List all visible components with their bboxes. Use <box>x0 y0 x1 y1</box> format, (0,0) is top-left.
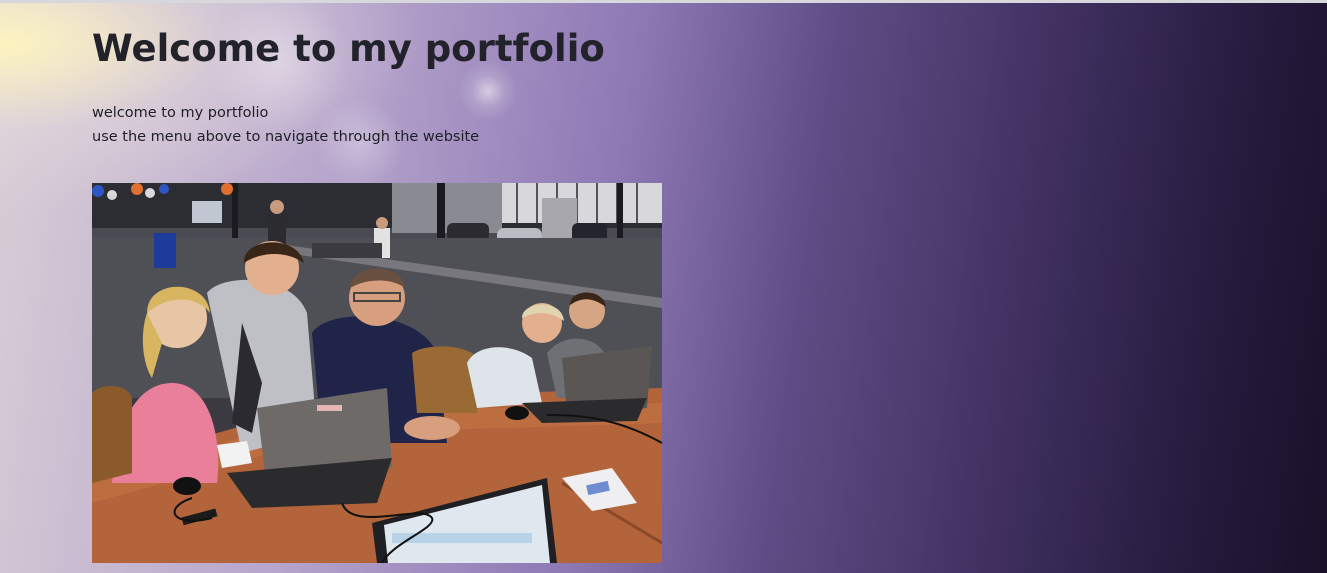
page-title: Welcome to my portfolio <box>92 27 605 70</box>
page-background: Welcome to my portfolio welcome to my po… <box>0 3 1327 573</box>
photo-people-at-laptops-icon <box>92 183 662 563</box>
intro-line-welcome: welcome to my portfolio <box>92 105 269 121</box>
portfolio-photo <box>92 183 662 563</box>
intro-line-navigation: use the menu above to navigate through t… <box>92 129 480 145</box>
intro-text: welcome to my portfolio use the menu abo… <box>92 101 479 149</box>
